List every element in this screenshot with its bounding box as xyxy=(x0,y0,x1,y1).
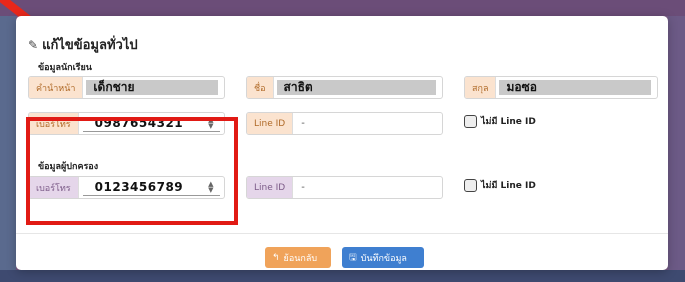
backdrop-left xyxy=(0,16,16,282)
prefix-field: คำนำหน้า เด็กชาย xyxy=(28,76,225,99)
student-lineid-input[interactable]: - xyxy=(293,113,442,134)
lastname-field: สกุล มอซอ xyxy=(464,76,658,99)
student-no-lineid-checkbox[interactable]: ไม่มี Line ID xyxy=(464,114,536,128)
backdrop-right xyxy=(668,16,685,282)
reply-arrow-icon: ↰ xyxy=(272,252,280,263)
guardian-no-lineid-checkbox[interactable]: ไม่มี Line ID xyxy=(464,178,536,192)
backdrop-bottom xyxy=(0,270,685,282)
checkbox-box[interactable] xyxy=(464,178,477,192)
student-lineid-label: Line ID xyxy=(247,113,294,134)
student-no-lineid-label: ไม่มี Line ID xyxy=(481,117,536,127)
backdrop-top xyxy=(0,0,685,16)
student-section-label: ข้อมูลนักเรียน xyxy=(38,63,92,73)
guardian-lineid-input[interactable]: - xyxy=(293,177,442,198)
guardian-lineid-field: Line ID - xyxy=(246,176,443,199)
firstname-value: สาธิต xyxy=(276,80,436,95)
save-button-label: บันทึกข้อมูล xyxy=(360,253,407,264)
checkbox-box[interactable] xyxy=(464,114,477,128)
footer-divider xyxy=(16,233,668,234)
guardian-no-lineid-label: ไม่มี Line ID xyxy=(481,181,536,191)
modal-title-text: แก้ไขข้อมูลทั่วไป xyxy=(42,38,138,53)
prefix-value: เด็กชาย xyxy=(86,80,218,95)
floppy-disk-icon: 🖫 xyxy=(349,252,357,263)
back-button[interactable]: ↰ ย้อนกลับ xyxy=(265,247,331,268)
lastname-value: มอซอ xyxy=(499,80,651,95)
firstname-field: ชื่อ สาธิต xyxy=(246,76,443,99)
prefix-label: คำนำหน้า xyxy=(29,77,84,98)
lastname-label: สกุล xyxy=(465,77,497,98)
back-button-label: ย้อนกลับ xyxy=(283,253,318,264)
modal-title: ✎ แก้ไขข้อมูลทั่วไป xyxy=(28,34,138,55)
save-button[interactable]: 🖫 บันทึกข้อมูล xyxy=(342,247,424,268)
edit-icon: ✎ xyxy=(28,37,39,52)
student-lineid-field: Line ID - xyxy=(246,112,443,135)
firstname-label: ชื่อ xyxy=(247,77,274,98)
edit-info-modal: ✎ แก้ไขข้อมูลทั่วไป ข้อมูลนักเรียน คำนำห… xyxy=(16,16,668,270)
guardian-lineid-label: Line ID xyxy=(247,177,294,198)
annotation-highlight-box xyxy=(26,117,238,225)
